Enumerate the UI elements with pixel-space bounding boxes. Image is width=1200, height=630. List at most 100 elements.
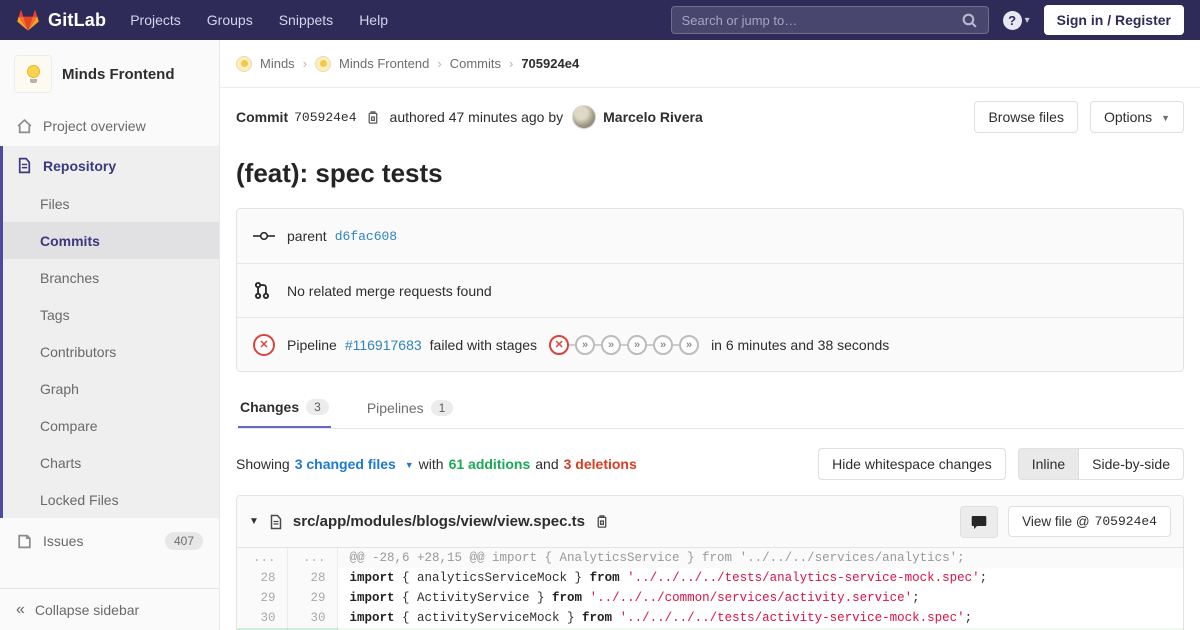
breadcrumb-separator: › <box>437 56 442 71</box>
nav-link-groups[interactable]: Groups <box>207 12 253 28</box>
pipeline-duration-text: in 6 minutes and 38 seconds <box>711 336 890 353</box>
commit-title: (feat): spec tests <box>236 158 443 188</box>
sidebar-item-project-overview[interactable]: Project overview <box>0 106 219 146</box>
new-line-number[interactable]: 30 <box>287 608 338 628</box>
parent-sha-link[interactable]: d6fac608 <box>335 229 397 244</box>
stage-skipped-icon[interactable]: » <box>601 334 622 355</box>
toggle-comments-button[interactable] <box>960 505 999 538</box>
diff-line-row: 29 29 import { ActivityService } from '.… <box>237 588 1183 608</box>
brand-name: GitLab <box>48 9 107 30</box>
collapse-sidebar-label: Collapse sidebar <box>34 601 140 618</box>
new-line-number: ... <box>287 548 338 568</box>
pipeline-label: Pipeline <box>287 336 337 353</box>
breadcrumb-minds-frontend[interactable]: Minds Frontend <box>339 56 429 71</box>
and-text: and <box>535 456 559 472</box>
browse-files-button[interactable]: Browse files <box>974 101 1078 133</box>
stage-skipped-icon[interactable]: » <box>679 334 700 355</box>
sidebar-item-issues[interactable]: Issues 407 <box>0 518 219 564</box>
help-dropdown[interactable]: ? ▾ <box>1002 10 1030 30</box>
diff-table: ... ... @@ -28,6 +28,15 @@ import { Anal… <box>237 548 1183 630</box>
new-line-number[interactable]: 29 <box>287 588 338 608</box>
sign-in-register-button[interactable]: Sign in / Register <box>1043 5 1184 35</box>
new-line-number[interactable]: 28 <box>287 568 338 588</box>
commit-label: Commit <box>236 109 289 125</box>
pipeline-id-link[interactable]: #116917683 <box>345 337 422 353</box>
stage-skipped-icon[interactable]: » <box>653 334 674 355</box>
issues-icon <box>18 534 31 548</box>
showing-text: Showing <box>236 456 290 472</box>
nav-link-snippets[interactable]: Snippets <box>279 12 333 28</box>
collapse-sidebar-button[interactable]: « Collapse sidebar <box>0 588 220 630</box>
nav-link-help[interactable]: Help <box>359 12 388 28</box>
breadcrumb-separator: › <box>302 56 308 71</box>
stage-skipped-icon[interactable]: » <box>575 334 596 355</box>
tab-label: Changes <box>240 399 300 415</box>
options-label: Options <box>1103 109 1153 125</box>
view-file-label: View file @ <box>1022 514 1090 529</box>
gitlab-tanuki-icon <box>17 10 39 31</box>
sidebar-item-files[interactable]: Files <box>3 185 219 222</box>
diff-file-path[interactable]: src/app/modules/blogs/view/view.spec.ts <box>293 513 585 530</box>
tab-pipelines[interactable]: Pipelines 1 <box>365 389 456 428</box>
sidebar-item-label: Repository <box>43 157 117 174</box>
copy-icon <box>597 515 607 528</box>
breadcrumb-separator: › <box>508 56 514 71</box>
sidebar-item-contributors[interactable]: Contributors <box>3 333 219 370</box>
changed-files-dropdown[interactable]: 3 changed files ▼ <box>295 456 414 472</box>
inline-view-button[interactable]: Inline <box>1017 448 1079 480</box>
sidebar-item-compare[interactable]: Compare <box>3 407 219 444</box>
global-search[interactable] <box>670 6 989 34</box>
view-file-button[interactable]: View file @ 705924e4 <box>1008 506 1171 537</box>
project-mini-avatar <box>315 55 332 72</box>
old-line-number[interactable]: 29 <box>237 588 288 608</box>
commit-info-box: parent d6fac608 No related merge request… <box>236 208 1184 372</box>
breadcrumb-minds[interactable]: Minds <box>260 56 295 71</box>
no-merge-requests-text: No related merge requests found <box>287 282 492 299</box>
sidebar-item-graph[interactable]: Graph <box>3 370 219 407</box>
stage-failed-icon[interactable]: ✕ <box>549 334 570 355</box>
nav-link-projects[interactable]: Projects <box>130 12 181 28</box>
additions-count: 61 additions <box>448 456 531 472</box>
author-avatar[interactable] <box>572 105 597 129</box>
stage-skipped-icon[interactable]: » <box>627 334 648 355</box>
issues-count-badge: 407 <box>164 532 203 550</box>
search-icon <box>962 13 977 28</box>
view-file-sha: 705924e4 <box>1094 514 1157 529</box>
old-line-number[interactable]: 28 <box>237 568 288 588</box>
diff-summary-row: Showing 3 changed files ▼ with 61 additi… <box>236 448 1184 480</box>
sidebar-item-charts[interactable]: Charts <box>3 444 219 481</box>
old-line-number[interactable]: 30 <box>237 608 288 628</box>
copy-sha-button[interactable] <box>365 110 380 125</box>
hide-whitespace-button[interactable]: Hide whitespace changes <box>818 448 1006 480</box>
sidebar-item-locked-files[interactable]: Locked Files <box>3 481 219 518</box>
search-input[interactable] <box>681 12 961 28</box>
pipeline-status-text: failed with stages <box>429 336 538 353</box>
options-dropdown-button[interactable]: Options ▼ <box>1089 101 1184 133</box>
double-chevron-left-icon: « <box>16 600 25 618</box>
merge-request-icon <box>254 282 270 299</box>
project-context-header[interactable]: Minds Frontend <box>0 40 219 106</box>
lightbulb-icon <box>26 65 40 78</box>
project-sidebar: Minds Frontend Project overview Reposito… <box>0 40 220 630</box>
pipeline-failed-icon[interactable]: ✕ <box>253 333 275 356</box>
gitlab-logo[interactable]: GitLab <box>16 8 106 32</box>
authored-text: authored 47 minutes ago by <box>389 109 564 125</box>
side-by-side-view-button[interactable]: Side-by-side <box>1078 448 1184 480</box>
sidebar-item-repository[interactable]: Repository <box>3 146 219 185</box>
sidebar-item-branches[interactable]: Branches <box>3 259 219 296</box>
parent-row: parent d6fac608 <box>237 209 1183 263</box>
sidebar-item-tags[interactable]: Tags <box>3 296 219 333</box>
author-name[interactable]: Marcelo Rivera <box>603 109 703 125</box>
tab-label: Pipelines <box>366 400 424 416</box>
sidebar-item-commits[interactable]: Commits <box>3 222 219 259</box>
code-line: import { analyticsServiceMock } from '..… <box>337 568 1183 588</box>
deletions-count: 3 deletions <box>563 456 637 472</box>
group-avatar <box>236 55 252 72</box>
comment-bubble-icon <box>971 515 987 529</box>
collapse-diff-caret-icon[interactable]: ▼ <box>249 516 259 527</box>
diff-hunk-row: ... ... @@ -28,6 +28,15 @@ import { Anal… <box>237 548 1183 568</box>
breadcrumb: Minds › Minds Frontend › Commits › 70592… <box>220 40 1200 88</box>
copy-path-button[interactable] <box>594 514 609 529</box>
tab-changes[interactable]: Changes 3 <box>238 389 331 428</box>
breadcrumb-commits[interactable]: Commits <box>450 56 501 71</box>
